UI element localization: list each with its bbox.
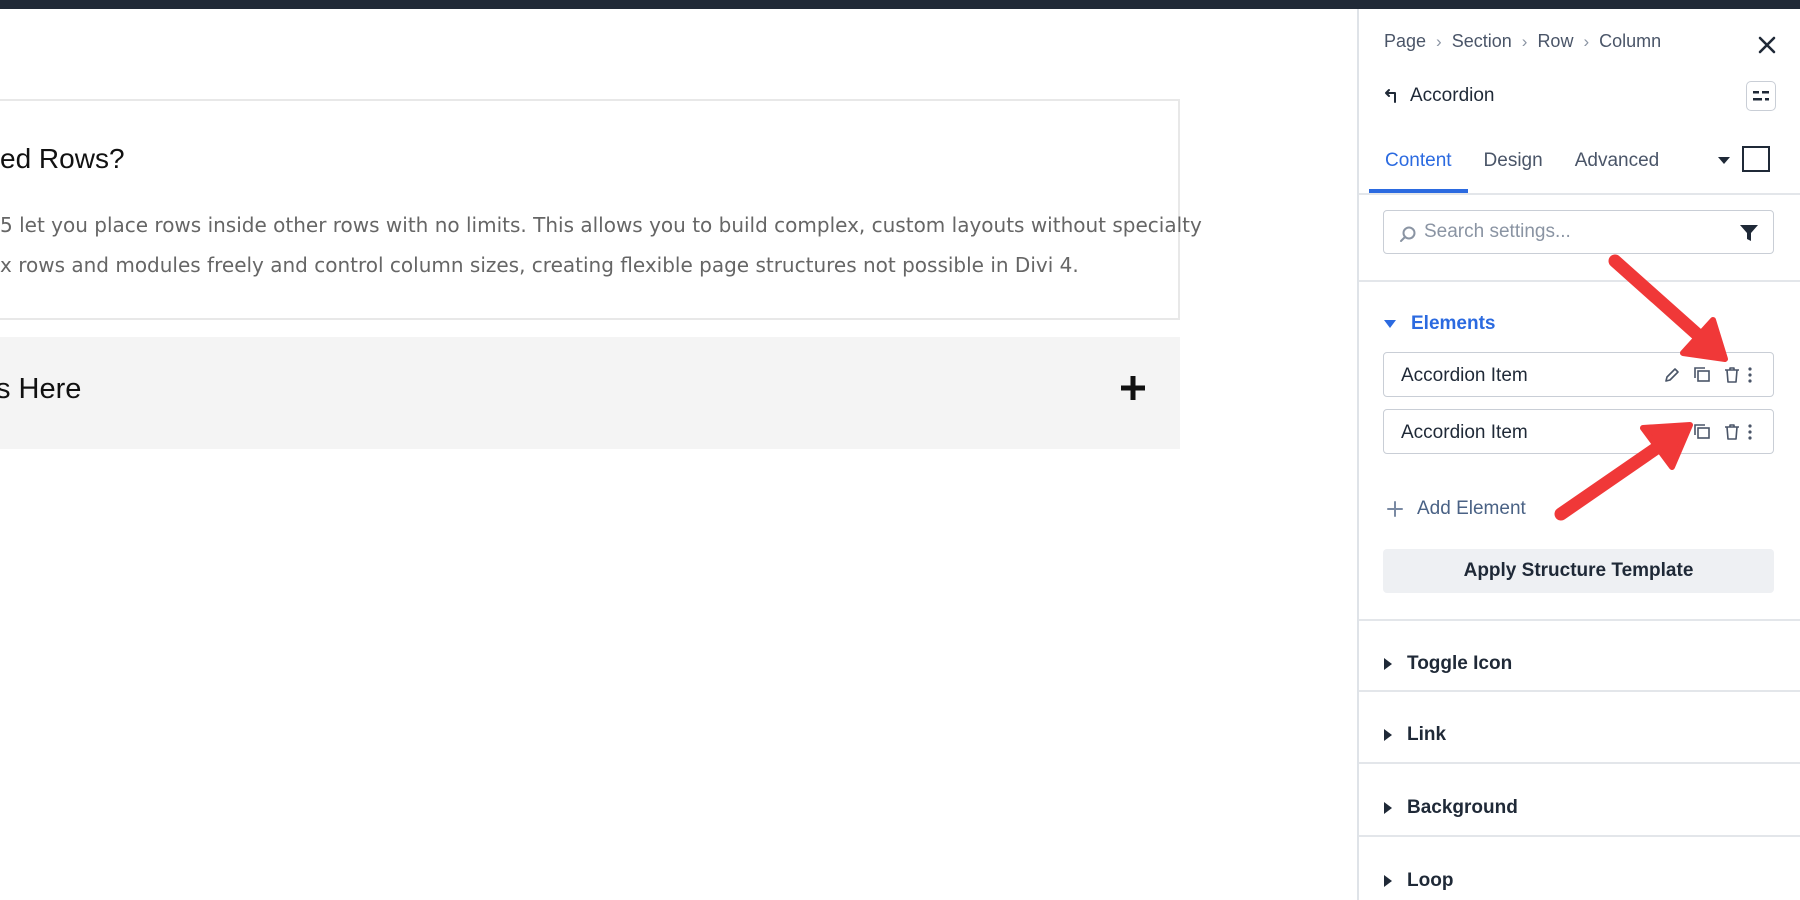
breadcrumb-section[interactable]: Section <box>1452 31 1512 52</box>
group-loop[interactable]: Loop <box>1383 870 1453 892</box>
group-background[interactable]: Background <box>1383 797 1518 819</box>
breadcrumb: Page › Section › Row › Column <box>1384 31 1661 52</box>
more-vertical-icon[interactable] <box>1744 422 1756 442</box>
pencil-icon[interactable] <box>1662 422 1682 442</box>
group-toggle-icon[interactable]: Toggle Icon <box>1383 653 1512 675</box>
caret-down-icon <box>1384 320 1396 328</box>
section-divider <box>1359 762 1800 764</box>
caret-right-icon <box>1384 802 1392 814</box>
plus-icon[interactable] <box>1116 371 1150 405</box>
section-divider <box>1359 619 1800 621</box>
add-element-button[interactable]: Add Element <box>1387 498 1526 520</box>
breadcrumb-page[interactable]: Page <box>1384 31 1426 52</box>
group-label: Loop <box>1407 870 1454 891</box>
accordion-item-title[interactable]: ed Rows? <box>0 143 125 175</box>
caret-right-icon <box>1384 875 1392 887</box>
module-title: Accordion <box>1410 85 1495 106</box>
element-item[interactable]: Accordion Item <box>1383 409 1774 454</box>
top-admin-bar <box>0 0 1800 9</box>
body-line: x rows and modules freely and control co… <box>0 253 1079 277</box>
breadcrumb-separator: › <box>1521 31 1528 51</box>
view-toggle-icon[interactable] <box>1742 146 1770 172</box>
group-label: Link <box>1407 724 1447 745</box>
element-item[interactable]: Accordion Item <box>1383 352 1774 397</box>
back-arrow-icon[interactable] <box>1384 88 1400 104</box>
section-divider <box>1359 690 1800 692</box>
tab-content[interactable]: Content <box>1369 133 1468 193</box>
settings-panel: Page › Section › Row › Column Accordion … <box>1357 9 1800 900</box>
pencil-icon[interactable] <box>1662 365 1682 385</box>
close-icon[interactable] <box>1752 30 1782 60</box>
element-item-label: Accordion Item <box>1401 365 1528 386</box>
apply-structure-template-button[interactable]: Apply Structure Template <box>1383 549 1774 593</box>
accordion-item-title[interactable]: s Here <box>0 373 81 406</box>
section-divider <box>1359 835 1800 837</box>
trash-icon[interactable] <box>1722 365 1742 385</box>
sliders-icon <box>1753 91 1769 101</box>
settings-tabs: Content Design Advanced <box>1369 133 1675 193</box>
caret-right-icon <box>1384 729 1392 741</box>
plus-icon <box>1387 501 1403 517</box>
accordion-item-body: 5 let you place rows inside other rows w… <box>0 205 1202 285</box>
duplicate-icon[interactable] <box>1692 365 1712 385</box>
breadcrumb-separator: › <box>1436 31 1442 51</box>
trash-icon[interactable] <box>1722 422 1742 442</box>
element-item-label: Accordion Item <box>1401 422 1528 443</box>
tab-advanced[interactable]: Advanced <box>1559 133 1676 193</box>
accordion-item-open[interactable]: ed Rows? 5 let you place rows inside oth… <box>0 99 1202 320</box>
caret-right-icon <box>1384 658 1392 670</box>
add-element-label: Add Element <box>1417 498 1526 519</box>
page-canvas: ed Rows? 5 let you place rows inside oth… <box>0 9 1356 900</box>
module-header: Accordion <box>1384 85 1495 107</box>
search-input[interactable] <box>1424 211 1724 252</box>
tabs-divider <box>1359 193 1800 195</box>
elements-label: Elements <box>1411 313 1496 334</box>
body-line: 5 let you place rows inside other rows w… <box>0 213 1202 237</box>
search-field[interactable] <box>1383 210 1774 254</box>
search-icon <box>1400 226 1416 242</box>
module-options-button[interactable] <box>1746 81 1776 111</box>
more-vertical-icon[interactable] <box>1744 365 1756 385</box>
breadcrumb-separator: › <box>1583 31 1590 51</box>
group-label: Toggle Icon <box>1407 653 1513 674</box>
group-link[interactable]: Link <box>1383 724 1446 746</box>
breadcrumb-column[interactable]: Column <box>1599 31 1661 52</box>
breadcrumb-row[interactable]: Row <box>1537 31 1573 52</box>
accordion-item-closed[interactable]: s Here <box>0 337 1180 449</box>
tab-design[interactable]: Design <box>1468 133 1559 193</box>
filter-icon[interactable] <box>1739 223 1759 243</box>
caret-down-icon[interactable] <box>1716 152 1732 168</box>
duplicate-icon[interactable] <box>1692 422 1712 442</box>
section-divider <box>1359 280 1800 282</box>
group-label: Background <box>1407 797 1518 818</box>
elements-group-header[interactable]: Elements <box>1383 313 1495 335</box>
